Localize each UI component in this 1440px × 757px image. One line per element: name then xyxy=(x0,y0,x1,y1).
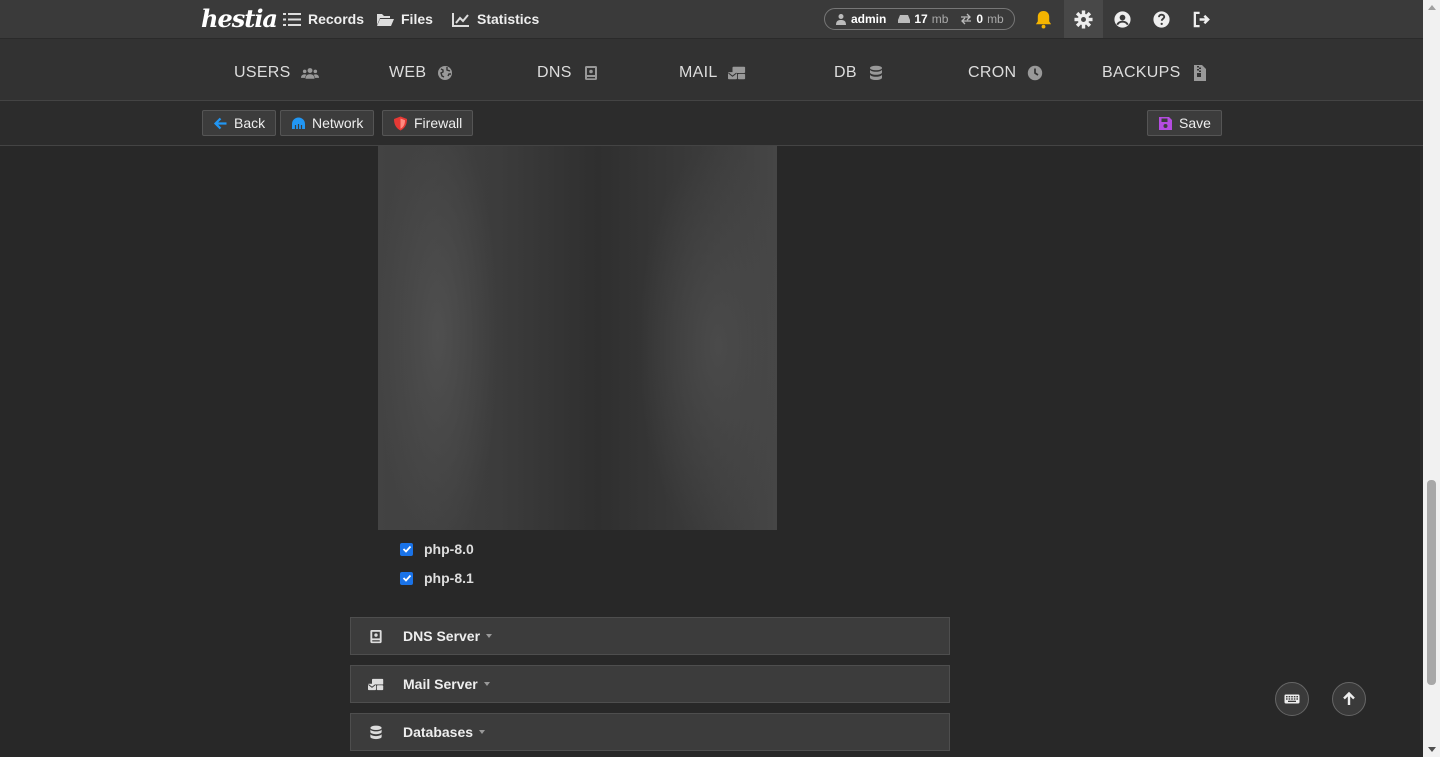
server-settings-button[interactable] xyxy=(1064,0,1103,38)
database-icon xyxy=(869,65,882,80)
user-icon xyxy=(836,14,846,25)
keyboard-icon xyxy=(1284,694,1300,704)
scroll-up-arrow-icon[interactable] xyxy=(1428,5,1436,10)
topnav-statistics-label: Statistics xyxy=(477,11,540,27)
folder-open-icon xyxy=(377,13,394,26)
firewall-button[interactable]: Firewall xyxy=(382,110,474,136)
back-button-label: Back xyxy=(234,115,266,131)
logout-button[interactable] xyxy=(1182,0,1221,38)
menu-backups[interactable]: BACKUPS xyxy=(1102,64,1209,82)
arrow-left-icon xyxy=(213,117,227,129)
caret-down-icon xyxy=(479,730,486,734)
firewall-button-label: Firewall xyxy=(414,115,463,131)
top-bar: hestia Records Files Statistics admin 17… xyxy=(0,0,1423,39)
scroll-down-arrow-icon[interactable] xyxy=(1428,747,1436,752)
logout-icon xyxy=(1193,11,1210,27)
hard-drive-icon xyxy=(898,15,911,23)
page-scrollbar[interactable] xyxy=(1423,0,1440,757)
username: admin xyxy=(851,12,887,26)
menu-web[interactable]: WEB xyxy=(389,64,454,82)
menu-users[interactable]: USERS xyxy=(234,64,319,82)
section-databases-label: Databases xyxy=(403,724,474,740)
menu-db[interactable]: DB xyxy=(834,64,885,82)
file-zipper-icon xyxy=(1193,65,1206,81)
menu-dns-label: DNS xyxy=(537,64,572,81)
topnav-records-label: Records xyxy=(308,11,365,27)
topnav-files[interactable]: Files xyxy=(376,11,433,27)
disk-usage-value: 17 xyxy=(914,12,928,26)
menu-web-label: WEB xyxy=(389,64,427,81)
notifications-button[interactable] xyxy=(1024,0,1063,38)
caret-down-icon xyxy=(483,682,490,686)
disk-usage-unit: mb xyxy=(931,12,949,26)
globe-icon xyxy=(438,66,453,80)
bandwidth-unit: mb xyxy=(987,12,1004,26)
clock-icon xyxy=(1028,65,1043,81)
book-icon xyxy=(370,629,382,643)
section-dns-server-label: DNS Server xyxy=(403,628,481,644)
caret-down-icon xyxy=(486,634,493,638)
floppy-disk-icon xyxy=(1159,116,1172,130)
php-8-0-label: php-8.0 xyxy=(424,541,474,557)
toolbar: Back Network Firewall Save xyxy=(0,101,1423,146)
shield-icon xyxy=(394,116,407,130)
save-button-label: Save xyxy=(1179,115,1211,131)
menu-db-label: DB xyxy=(834,64,857,81)
mail-bulk-icon xyxy=(368,678,384,690)
user-circle-icon xyxy=(1114,10,1131,28)
list-icon xyxy=(283,12,301,26)
user-profile-button[interactable] xyxy=(1103,0,1142,38)
scroll-to-top-button[interactable] xyxy=(1332,682,1366,716)
topnav-files-label: Files xyxy=(401,11,433,27)
topnav-records[interactable]: Records xyxy=(283,11,364,27)
gear-icon xyxy=(1074,9,1093,29)
book-icon xyxy=(584,66,597,80)
database-icon xyxy=(370,725,382,739)
bell-icon xyxy=(1035,10,1052,29)
hestia-logo[interactable]: hestia xyxy=(201,4,278,33)
php-8-1-checkbox[interactable] xyxy=(400,571,413,585)
menu-users-label: USERS xyxy=(234,64,291,81)
save-button[interactable]: Save xyxy=(1147,110,1222,136)
php-8-0-checkbox[interactable] xyxy=(400,542,413,556)
section-databases[interactable]: Databases xyxy=(350,713,950,751)
arrow-up-icon xyxy=(1343,691,1355,705)
chart-line-icon xyxy=(452,12,469,27)
section-dns-server[interactable]: DNS Server xyxy=(350,617,950,655)
network-icon xyxy=(292,117,305,129)
network-button[interactable]: Network xyxy=(280,110,375,136)
redacted-php-list xyxy=(378,146,777,530)
scrollbar-thumb[interactable] xyxy=(1427,480,1436,685)
network-button-label: Network xyxy=(312,115,364,131)
keyboard-shortcuts-button[interactable] xyxy=(1275,682,1309,716)
menu-cron[interactable]: CRON xyxy=(968,64,1044,82)
user-usage-pill[interactable]: admin 17 mb 0 mb xyxy=(824,8,1015,30)
help-icon xyxy=(1153,10,1170,28)
menu-cron-label: CRON xyxy=(968,64,1017,81)
users-icon xyxy=(300,68,319,79)
checkmark-icon xyxy=(402,545,411,553)
topnav-statistics[interactable]: Statistics xyxy=(452,11,539,27)
php-8-1-label: php-8.1 xyxy=(424,570,474,586)
bandwidth-value: 0 xyxy=(976,12,984,26)
checkmark-icon xyxy=(402,574,411,582)
back-button[interactable]: Back xyxy=(202,110,277,136)
php-8-1-checkbox-row[interactable]: php-8.1 xyxy=(400,570,474,586)
main-menu: USERS WEB DNS MAIL DB CRON BACKUPS xyxy=(0,39,1423,101)
menu-backups-label: BACKUPS xyxy=(1102,64,1181,81)
mail-bulk-icon xyxy=(727,66,745,80)
section-mail-server[interactable]: Mail Server xyxy=(350,665,950,703)
help-button[interactable] xyxy=(1142,0,1181,38)
menu-dns[interactable]: DNS xyxy=(537,64,600,82)
section-mail-server-label: Mail Server xyxy=(403,676,478,692)
menu-mail[interactable]: MAIL xyxy=(679,64,746,82)
php-8-0-checkbox-row[interactable]: php-8.0 xyxy=(400,541,474,557)
exchange-icon xyxy=(961,13,972,25)
menu-mail-label: MAIL xyxy=(679,64,718,81)
